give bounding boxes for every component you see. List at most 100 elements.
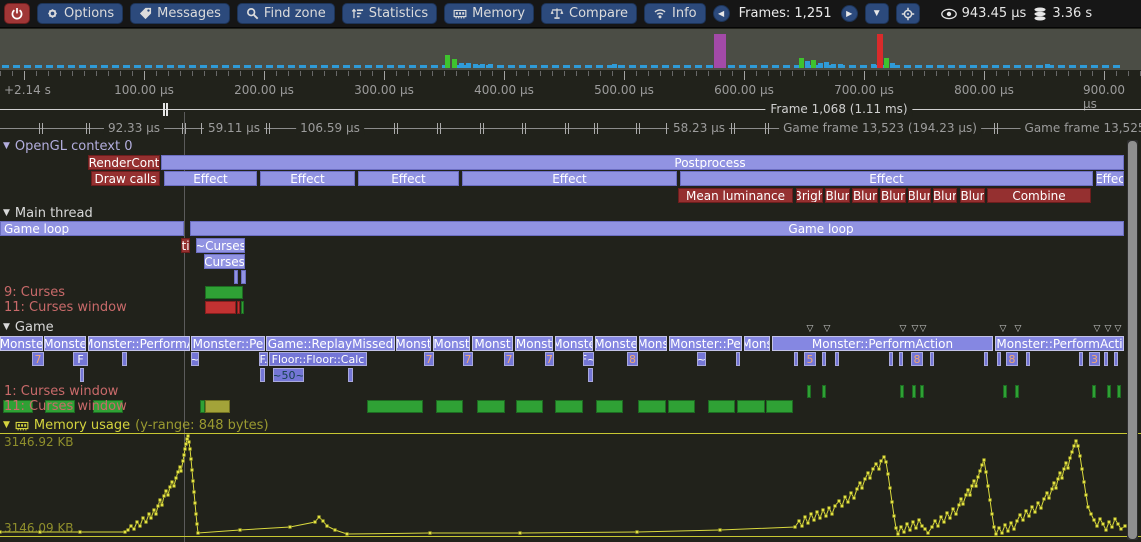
zone-monste[interactable]: Monste	[0, 336, 43, 351]
zone-effec[interactable]: Effec	[1096, 171, 1124, 186]
zone-zone[interactable]: ~	[697, 352, 706, 366]
collapse-triangle-icon[interactable]: ▼	[3, 207, 10, 220]
message-marker-icon[interactable]: ▽	[1115, 324, 1122, 334]
message-marker-icon[interactable]: ▽	[807, 324, 814, 334]
zone-draw-calls[interactable]: Draw calls	[91, 171, 160, 186]
lock-bar[interactable]	[241, 301, 244, 314]
zone-blur[interactable]: Blur	[852, 188, 878, 203]
lock-bar[interactable]	[1107, 385, 1111, 398]
lock-bar[interactable]	[555, 400, 583, 413]
zone-floor-floor-calc[interactable]: Floor::Floor::Calc	[269, 352, 367, 366]
zone-zone[interactable]	[794, 352, 798, 366]
zone-curses[interactable]: Curses	[204, 254, 245, 269]
collapse-triangle-icon[interactable]: ▼	[3, 419, 10, 432]
lock-bar[interactable]	[477, 400, 505, 413]
zone-7[interactable]: 7	[424, 352, 434, 366]
zone-zone[interactable]	[997, 352, 1001, 366]
zone-8[interactable]: 8	[627, 352, 638, 366]
zone-blur[interactable]: Blur	[933, 188, 957, 203]
zone-ti[interactable]: ti	[181, 238, 190, 253]
zone-5[interactable]: 5	[804, 352, 816, 366]
message-marker-icon[interactable]: ▽	[1105, 324, 1112, 334]
zone-zone[interactable]	[822, 352, 826, 366]
lock-bar[interactable]	[668, 400, 695, 413]
lock-bar[interactable]	[205, 286, 243, 299]
lock-bar[interactable]	[900, 385, 904, 398]
zone-zone[interactable]	[348, 368, 353, 382]
zone-zone[interactable]	[930, 352, 934, 366]
zone-monste[interactable]: Monste	[555, 336, 593, 351]
lock-bar[interactable]	[766, 400, 793, 413]
message-marker-icon[interactable]: ▽	[900, 324, 907, 334]
lock-bar[interactable]	[205, 400, 230, 413]
zone-50[interactable]: ~50~	[273, 368, 304, 382]
zone-monster-pe[interactable]: Monster::Pe	[191, 336, 265, 351]
lock-bar[interactable]	[1092, 385, 1096, 398]
zone-zone[interactable]	[122, 352, 127, 366]
zone-zone[interactable]	[241, 270, 246, 284]
zone-monster-performaction[interactable]: Monster::PerformAction	[772, 336, 993, 351]
zone-rendercont[interactable]: RenderCont	[88, 155, 160, 170]
lock-bar[interactable]	[737, 400, 765, 413]
zone-zone[interactable]	[1104, 352, 1108, 366]
zone-7[interactable]: 7	[504, 352, 514, 366]
zone-mons[interactable]: Mons	[744, 336, 770, 351]
zone-zone[interactable]	[588, 368, 593, 382]
zone-game-loop[interactable]: Game loop	[0, 221, 184, 236]
zone-blur[interactable]: Blur	[908, 188, 931, 203]
lock-bar[interactable]	[807, 385, 811, 398]
zone-zone[interactable]	[1079, 352, 1083, 366]
lock-bar[interactable]	[1003, 385, 1007, 398]
zone-monster-pe[interactable]: Monster::Pe	[669, 336, 742, 351]
zone-monst[interactable]: Monst	[396, 336, 431, 351]
memory-usage-graph[interactable]	[0, 433, 1141, 542]
message-marker-icon[interactable]: ▽	[920, 324, 927, 334]
zone-monst[interactable]: Monst	[515, 336, 553, 351]
zone-7[interactable]: 7	[463, 352, 473, 366]
zone-zone[interactable]	[80, 368, 84, 382]
zone-f[interactable]: F.	[259, 352, 268, 366]
message-marker-icon[interactable]: ▽	[1000, 324, 1007, 334]
zone-effect[interactable]: Effect	[164, 171, 257, 186]
lock-bar[interactable]	[708, 400, 735, 413]
zone-blur[interactable]: Blur	[880, 188, 906, 203]
zone-monst[interactable]: Monst	[433, 336, 470, 351]
lock-bar[interactable]	[237, 301, 240, 314]
zone-zone[interactable]	[899, 352, 903, 366]
zone-zone[interactable]	[984, 352, 988, 366]
zone-game-loop[interactable]: Game loop	[190, 221, 1124, 236]
zone-monster-performa[interactable]: Monster::PerformA	[88, 336, 190, 351]
lock-bar[interactable]	[822, 385, 826, 398]
lock-bar[interactable]	[516, 400, 543, 413]
zone-zone[interactable]: ~	[191, 352, 199, 366]
zone-zone[interactable]	[889, 352, 893, 366]
zone-curses[interactable]: ~Curses	[196, 238, 245, 253]
zone-zone[interactable]	[835, 352, 839, 366]
message-marker-icon[interactable]: ▽	[1015, 324, 1022, 334]
message-marker-icon[interactable]: ▽	[824, 324, 831, 334]
message-marker-icon[interactable]: ▽	[1094, 324, 1101, 334]
zone-zone[interactable]	[1114, 352, 1118, 366]
lock-bar[interactable]	[367, 400, 423, 413]
zone-brigh[interactable]: Brigh	[796, 188, 823, 203]
zone-monste[interactable]: Monste	[44, 336, 86, 351]
zone-7[interactable]: 7	[32, 352, 44, 366]
zone-f[interactable]: F~	[583, 352, 594, 366]
lock-bar[interactable]	[1015, 385, 1019, 398]
message-marker-icon[interactable]: ▽	[912, 324, 919, 334]
zone-zone[interactable]	[234, 270, 238, 284]
zone-effect[interactable]: Effect	[462, 171, 677, 186]
zone-zone[interactable]	[260, 368, 265, 382]
lock-bar[interactable]	[1117, 385, 1121, 398]
lock-bar[interactable]	[205, 301, 236, 314]
zone-effect[interactable]: Effect	[680, 171, 1093, 186]
zone-8[interactable]: 8	[1006, 352, 1018, 366]
zone-monster-performacti[interactable]: Monster::PerformActi	[995, 336, 1124, 351]
lock-bar[interactable]	[596, 400, 623, 413]
zone-game-replaymissed[interactable]: Game::ReplayMissed	[266, 336, 395, 351]
collapse-triangle-icon[interactable]: ▼	[3, 140, 10, 153]
zone-7[interactable]: 7	[545, 352, 554, 366]
zone-combine[interactable]: Combine	[987, 188, 1091, 203]
zone-8[interactable]: 8	[911, 352, 923, 366]
zone-mean-luminance[interactable]: Mean luminance	[678, 188, 793, 203]
